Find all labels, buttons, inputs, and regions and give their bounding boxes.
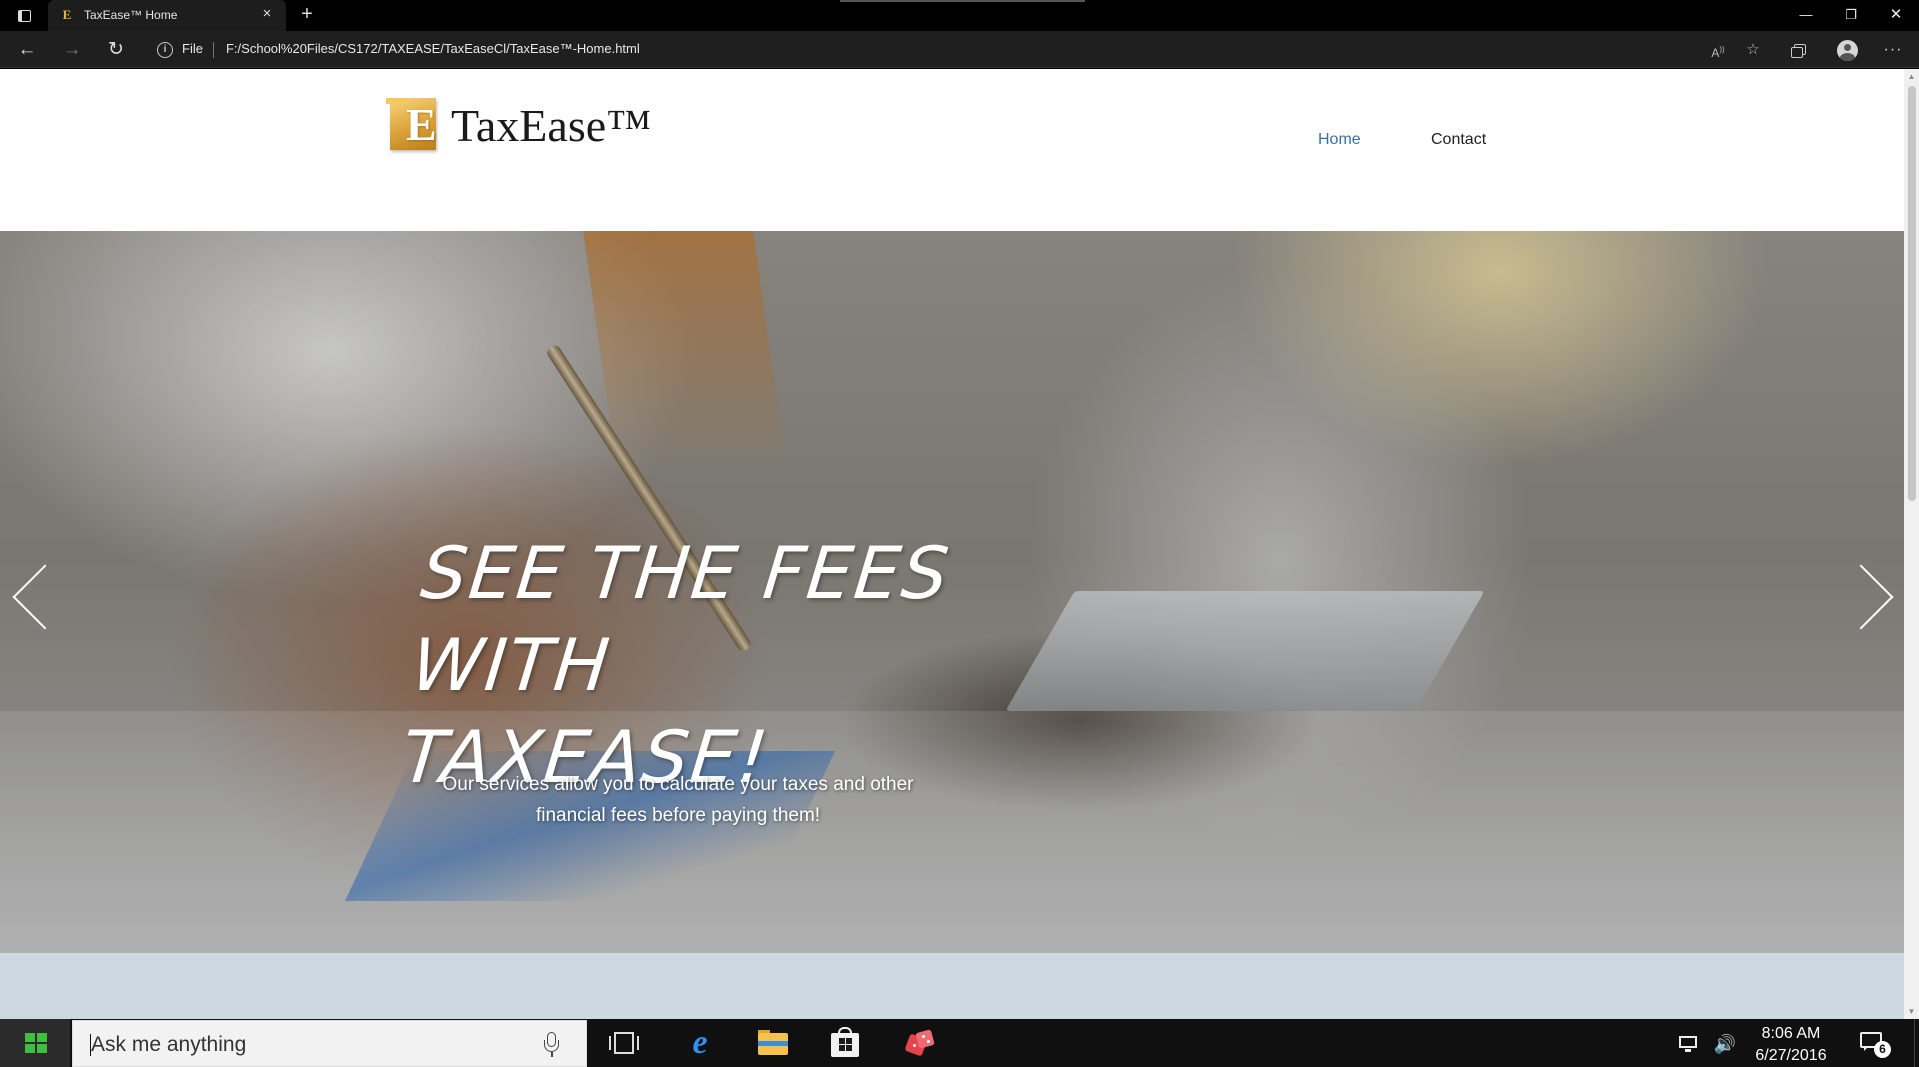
scroll-down-icon[interactable]: ▼ <box>1904 1004 1919 1019</box>
microphone-icon[interactable] <box>543 1032 559 1058</box>
hero-caption-line-2: financial fees before paying them! <box>535 805 821 826</box>
site-info-icon[interactable]: i <box>157 42 173 58</box>
window-drag-indicator <box>840 0 1085 2</box>
action-center-icon[interactable]: 6 <box>1860 1032 1891 1058</box>
show-desktop-button[interactable] <box>1914 1019 1919 1067</box>
hero-caption-line-1: Our services allow you to calculate your… <box>442 774 914 795</box>
collections-icon[interactable] <box>1788 39 1812 61</box>
back-button[interactable]: ← <box>13 37 41 63</box>
network-icon[interactable] <box>1676 1033 1702 1055</box>
site-logo[interactable]: E TaxEase™ <box>386 97 706 157</box>
more-icon[interactable]: ··· <box>1881 39 1905 61</box>
restore-window-button[interactable]: ❐ <box>1833 4 1869 26</box>
windows-logo-icon <box>25 1033 47 1053</box>
task-view-icon[interactable] <box>608 1032 640 1054</box>
search-placeholder: Ask me anything <box>91 1033 247 1056</box>
forward-button[interactable]: → <box>58 37 86 63</box>
hero-caption: Our services allow you to calculate your… <box>400 769 956 831</box>
carousel-prev-arrow-icon[interactable] <box>10 561 54 637</box>
scroll-thumb[interactable] <box>1908 86 1916 501</box>
hero-title: SEE THE FEES WITH TAXEASE! <box>397 527 986 803</box>
browser-toolbar: ← → ↻ i File F:/School%20Files/CS172/TAX… <box>0 31 1919 68</box>
carousel-next-arrow-icon[interactable] <box>1848 561 1892 637</box>
nav-home-link[interactable]: Home <box>1318 131 1361 149</box>
volume-icon[interactable]: 🔊 <box>1712 1033 1738 1055</box>
page-scrollbar[interactable]: ▲ ▼ <box>1904 69 1919 1019</box>
tab-title: TaxEase™ Home <box>84 8 178 22</box>
new-tab-button[interactable]: + <box>295 3 319 27</box>
hero-title-line-1: SEE THE FEES <box>417 531 955 615</box>
minimize-window-button[interactable]: — <box>1788 4 1824 26</box>
notification-count-badge: 6 <box>1874 1041 1891 1058</box>
store-icon[interactable] <box>828 1027 862 1059</box>
logo-mark-letter: E <box>406 99 437 150</box>
page-viewport: E TaxEase™ Home Contact SEE THE FEES WIT… <box>0 69 1904 1019</box>
content-section <box>0 953 1904 1019</box>
tab-actions-icon[interactable] <box>10 6 38 26</box>
taxease-logo-mark: E <box>386 98 446 150</box>
scroll-up-icon[interactable]: ▲ <box>1904 69 1919 84</box>
reload-button[interactable]: ↻ <box>102 37 130 63</box>
address-security-label[interactable]: File <box>182 41 203 56</box>
close-window-button[interactable]: ✕ <box>1878 4 1914 26</box>
clock-date[interactable]: 6/27/2016 <box>1750 1047 1832 1065</box>
start-button[interactable] <box>0 1019 70 1067</box>
clock-time[interactable]: 8:06 AM <box>1756 1025 1826 1043</box>
browser-titlebar: E TaxEase™ Home × + — ❐ ✕ <box>0 0 1919 31</box>
address-separator <box>213 42 214 58</box>
game-icon[interactable] <box>903 1027 937 1059</box>
hero-carousel: SEE THE FEES WITH TAXEASE! Our services … <box>0 231 1904 953</box>
browser-tab[interactable]: E TaxEase™ Home × <box>48 0 286 31</box>
read-aloud-icon[interactable]: A)) <box>1706 39 1730 61</box>
edge-icon[interactable]: e <box>683 1026 717 1060</box>
site-header: E TaxEase™ Home Contact <box>0 69 1904 231</box>
taxease-favicon-icon: E <box>62 7 72 22</box>
windows-taskbar: Ask me anything e 🔊 8:06 AM 6/27/2016 6 <box>0 1019 1919 1067</box>
logo-text: TaxEase™ <box>451 100 652 151</box>
profile-icon[interactable] <box>1835 39 1859 61</box>
nav-contact-link[interactable]: Contact <box>1431 131 1486 149</box>
cortana-search-box[interactable]: Ask me anything <box>72 1020 587 1067</box>
address-url[interactable]: F:/School%20Files/CS172/TAXEASE/TaxEaseC… <box>226 41 640 56</box>
file-explorer-icon[interactable] <box>756 1027 790 1059</box>
favorites-icon[interactable]: ☆ <box>1741 39 1765 61</box>
tab-close-icon[interactable]: × <box>258 5 276 23</box>
